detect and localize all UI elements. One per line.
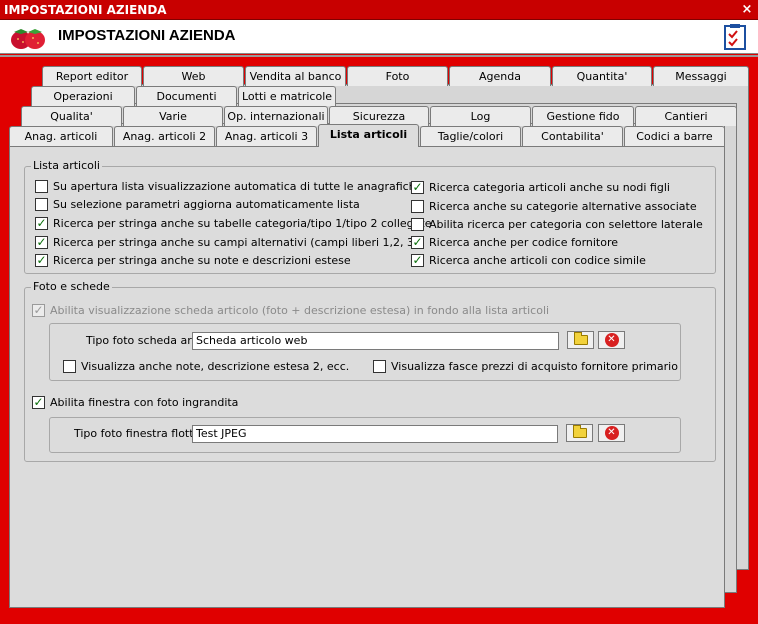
app-header: IMPOSTAZIONI AZIENDA: [0, 20, 758, 54]
checkbox[interactable]: [32, 303, 45, 317]
tab-foto[interactable]: Foto: [347, 66, 448, 86]
delete-icon: ✕: [604, 426, 619, 440]
checkbox[interactable]: [411, 217, 424, 231]
tab-agenda[interactable]: Agenda: [449, 66, 551, 86]
checkbox[interactable]: [63, 359, 76, 373]
checkbox[interactable]: [32, 395, 45, 409]
lista-articoli-group: Lista articoli Su apertura lista visuali…: [24, 159, 716, 274]
checklist-icon[interactable]: [722, 23, 748, 51]
opt-abilita-finestra-foto[interactable]: Abilita finestra con foto ingrandita: [32, 394, 238, 410]
header-title: IMPOSTAZIONI AZIENDA: [58, 27, 236, 44]
browse-folder-button[interactable]: [566, 424, 593, 442]
checkbox[interactable]: [35, 216, 48, 230]
opt-ricerca-campi-alternativi[interactable]: Ricerca per stringa anche su campi alter…: [35, 234, 418, 250]
folder-icon: [572, 425, 587, 438]
tab-lotti-e-matricole[interactable]: Lotti e matricole: [238, 86, 336, 106]
foto-schede-legend: Foto e schede: [31, 280, 112, 293]
scheda-articolo-box: Tipo foto scheda articolo : Scheda artic…: [49, 323, 681, 381]
opt-selezione-aggiorna[interactable]: Su selezione parametri aggiorna automati…: [35, 196, 360, 212]
lista-articoli-legend: Lista articoli: [31, 159, 102, 172]
checkbox[interactable]: [411, 199, 424, 213]
checkbox[interactable]: [35, 197, 48, 211]
opt-codice-simile[interactable]: Ricerca anche articoli con codice simile: [411, 252, 646, 268]
checkbox[interactable]: [35, 253, 48, 267]
tab-gestione-fido[interactable]: Gestione fido: [532, 106, 634, 126]
tab-anag-articoli[interactable]: Anag. articoli: [9, 126, 113, 146]
delete-icon: ✕: [604, 333, 619, 347]
checkbox[interactable]: [35, 235, 48, 249]
checkbox[interactable]: [373, 359, 386, 373]
opt-fasce-prezzi[interactable]: Visualizza fasce prezzi di acquisto forn…: [373, 358, 678, 374]
checkbox[interactable]: [35, 179, 48, 193]
tab-report-editor[interactable]: Report editor: [42, 66, 142, 86]
tab-quantita[interactable]: Quantita': [552, 66, 652, 86]
opt-abilita-scheda-articolo[interactable]: Abilita visualizzazione scheda articolo …: [32, 302, 549, 318]
strawberry-icon: [11, 29, 45, 49]
tab-anag-articoli-2[interactable]: Anag. articoli 2: [114, 126, 215, 146]
tab-varie[interactable]: Varie: [123, 106, 223, 126]
tab-anag-articoli-3[interactable]: Anag. articoli 3: [216, 126, 317, 146]
opt-selettore-laterale[interactable]: Abilita ricerca per categoria con selett…: [411, 216, 703, 232]
checkbox[interactable]: [411, 180, 424, 194]
tab-web[interactable]: Web: [143, 66, 244, 86]
opt-apertura-visualizzazione[interactable]: Su apertura lista visualizzazione automa…: [35, 178, 422, 194]
tab-sicurezza[interactable]: Sicurezza: [329, 106, 429, 126]
tab-qualita[interactable]: Qualita': [21, 106, 122, 126]
finestra-foto-box: Tipo foto finestra flottante : Test JPEG…: [49, 417, 681, 453]
tab-contabilita[interactable]: Contabilita': [522, 126, 623, 146]
tab-messaggi[interactable]: Messaggi: [653, 66, 749, 86]
tab-taglie-colori[interactable]: Taglie/colori: [420, 126, 521, 146]
checkbox[interactable]: [411, 253, 424, 267]
tab-vendita-al-banco[interactable]: Vendita al banco: [245, 66, 346, 86]
foto-schede-group: Foto e schede Abilita visualizzazione sc…: [24, 280, 716, 462]
header-separator: [0, 55, 758, 57]
browse-folder-button[interactable]: [567, 331, 594, 349]
window-titlebar: IMPOSTAZIONI AZIENDA ×: [0, 0, 758, 20]
clear-button[interactable]: ✕: [598, 331, 625, 349]
opt-ricerca-note-descrizioni[interactable]: Ricerca per stringa anche su note e desc…: [35, 252, 351, 268]
checkbox[interactable]: [411, 235, 424, 249]
tab-documenti[interactable]: Documenti: [136, 86, 237, 106]
tab-operazioni[interactable]: Operazioni: [31, 86, 135, 106]
window-title: IMPOSTAZIONI AZIENDA: [4, 3, 167, 17]
opt-note-descrizione-estesa[interactable]: Visualizza anche note, descrizione estes…: [63, 358, 349, 374]
clear-button[interactable]: ✕: [598, 424, 625, 442]
tipo-foto-finestra-field[interactable]: Test JPEG: [192, 425, 558, 443]
tab-op-internazionali[interactable]: Op. internazionali: [224, 106, 328, 126]
tab-log[interactable]: Log: [430, 106, 531, 126]
opt-ricerca-tabelle-categoria[interactable]: Ricerca per stringa anche su tabelle cat…: [35, 215, 431, 231]
opt-codice-fornitore[interactable]: Ricerca anche per codice fornitore: [411, 234, 618, 250]
opt-ricerca-nodi-figli[interactable]: Ricerca categoria articoli anche su nodi…: [411, 179, 670, 195]
tipo-foto-scheda-field[interactable]: Scheda articolo web: [192, 332, 559, 350]
tab-codici-a-barre[interactable]: Codici a barre: [624, 126, 725, 146]
window-close-icon[interactable]: ×: [740, 0, 754, 20]
tab-lista-articoli[interactable]: Lista articoli: [318, 124, 419, 147]
lista-articoli-panel: Lista articoli Su apertura lista visuali…: [9, 146, 725, 608]
opt-categorie-alternative[interactable]: Ricerca anche su categorie alternative a…: [411, 198, 697, 214]
tab-cantieri[interactable]: Cantieri: [635, 106, 737, 126]
folder-icon: [573, 332, 588, 345]
